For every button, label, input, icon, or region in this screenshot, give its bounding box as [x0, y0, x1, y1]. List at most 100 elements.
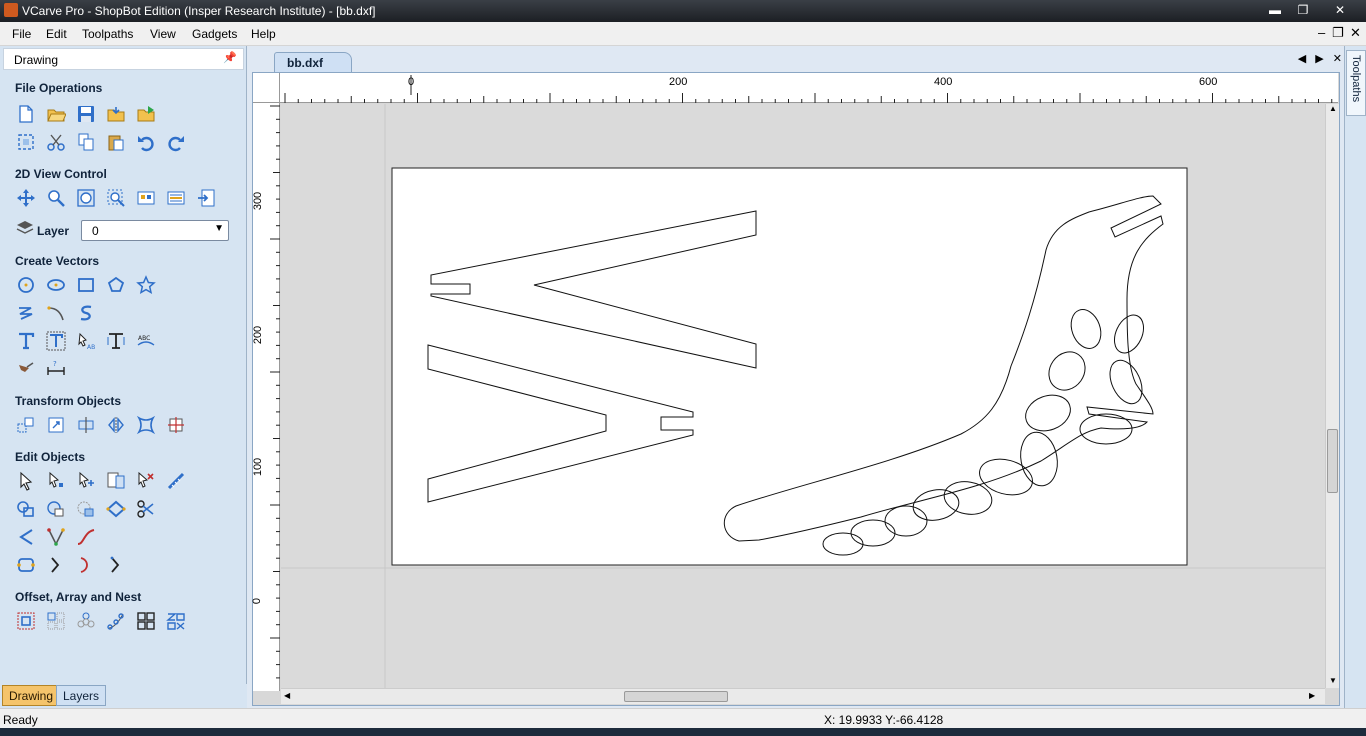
section-transform-objects: Transform Objects	[15, 394, 122, 408]
text-on-curve-icon[interactable]: AB	[74, 329, 98, 353]
select-all-icon[interactable]	[104, 469, 128, 493]
zoom-box-icon[interactable]	[44, 186, 68, 210]
draw-rectangle-icon[interactable]	[74, 273, 98, 297]
draw-polygon-icon[interactable]	[104, 273, 128, 297]
horizontal-scrollbar[interactable]: ◀ ▶	[281, 688, 1325, 704]
draw-ellipse-icon[interactable]	[44, 273, 68, 297]
layer-dropdown[interactable]: 0 ▼	[81, 220, 229, 241]
toggle-3d-view-icon[interactable]	[194, 186, 218, 210]
cut-icon[interactable]	[44, 130, 68, 154]
tab-toolpaths[interactable]: Toolpaths	[1346, 50, 1366, 116]
vertical-scroll-thumb[interactable]	[1327, 429, 1338, 493]
draw-polyline-icon[interactable]	[14, 301, 38, 325]
mdi-close-button[interactable]: ✕	[1350, 25, 1361, 41]
close-document-icon[interactable]: ✕	[1333, 53, 1342, 65]
horizontal-ruler[interactable]: 0 200 400 600	[280, 73, 1338, 103]
view-layers-icon[interactable]	[164, 186, 188, 210]
section-file-operations: File Operations	[15, 81, 103, 95]
transform-icon[interactable]	[164, 413, 188, 437]
job-setup-icon[interactable]	[14, 130, 38, 154]
menu-file[interactable]: File	[12, 27, 31, 41]
toolpaths-tab-label: Toolpaths	[1350, 55, 1362, 103]
subtract-icon[interactable]	[44, 497, 68, 521]
drawing-canvas[interactable]	[281, 104, 1325, 688]
close-window-button[interactable]: ✕	[1318, 1, 1362, 19]
draw-curve-icon[interactable]	[74, 301, 98, 325]
text-bounding-icon[interactable]	[104, 329, 128, 353]
draw-star-icon[interactable]	[134, 273, 158, 297]
interactive-transform-icon[interactable]	[74, 469, 98, 493]
tab-drawing[interactable]: Drawing	[2, 685, 61, 706]
block-copy-icon[interactable]	[44, 609, 68, 633]
deselect-icon[interactable]	[134, 469, 158, 493]
save-file-icon[interactable]	[74, 102, 98, 126]
scroll-right-tab-icon[interactable]: ▶	[1315, 53, 1323, 65]
vector-validator-icon[interactable]	[44, 525, 68, 549]
fillet-icon[interactable]	[14, 525, 38, 549]
mdi-restore-button[interactable]: ❐	[1332, 25, 1344, 41]
extend-vector-icon[interactable]	[44, 553, 68, 577]
zoom-extents-icon[interactable]	[74, 186, 98, 210]
circular-copy-icon[interactable]	[74, 609, 98, 633]
zoom-selection-icon[interactable]	[104, 186, 128, 210]
node-edit-icon[interactable]	[44, 469, 68, 493]
document-area: bb.dxf ◀ ▶ ✕ 0 200 400 600 300 200 100 0	[248, 46, 1344, 708]
scroll-down-icon[interactable]: ▼	[1329, 676, 1337, 685]
weld-icon[interactable]	[14, 497, 38, 521]
menu-edit[interactable]: Edit	[46, 27, 67, 41]
scroll-up-icon[interactable]: ▲	[1329, 104, 1337, 113]
draw-arc-icon[interactable]	[44, 301, 68, 325]
smooth-curve-icon[interactable]	[74, 525, 98, 549]
menu-view[interactable]: View	[150, 27, 176, 41]
import-vectors-icon[interactable]	[104, 102, 128, 126]
select-pointer-icon[interactable]	[14, 469, 38, 493]
array-copy-icon[interactable]	[134, 609, 158, 633]
paste-icon[interactable]	[104, 130, 128, 154]
new-file-icon[interactable]	[14, 102, 38, 126]
dimensions-icon[interactable]: ?	[44, 357, 68, 381]
menu-gadgets[interactable]: Gadgets	[192, 27, 237, 41]
vertical-scrollbar[interactable]: ▲ ▼	[1325, 104, 1339, 688]
draw-circle-icon[interactable]	[14, 273, 38, 297]
scroll-left-tab-icon[interactable]: ◀	[1298, 53, 1306, 65]
document-tab[interactable]: bb.dxf	[274, 52, 352, 72]
offset-curve-icon[interactable]	[104, 553, 128, 577]
copy-along-vectors-icon[interactable]	[104, 609, 128, 633]
open-file-icon[interactable]	[44, 102, 68, 126]
redo-icon[interactable]	[164, 130, 188, 154]
import-bitmap-icon[interactable]	[134, 102, 158, 126]
set-size-icon[interactable]	[44, 413, 68, 437]
undo-icon[interactable]	[134, 130, 158, 154]
view-material-icon[interactable]	[134, 186, 158, 210]
minimize-button[interactable]: ▬	[1262, 1, 1288, 19]
copy-icon[interactable]	[74, 130, 98, 154]
pin-icon[interactable]: 📌	[223, 51, 237, 64]
scroll-right-icon[interactable]: ▶	[1309, 691, 1315, 700]
pan-icon[interactable]	[14, 186, 38, 210]
menu-help[interactable]: Help	[251, 27, 276, 41]
layers-stack-icon	[15, 218, 35, 238]
draw-text-icon[interactable]	[14, 329, 38, 353]
vertical-ruler[interactable]: 300 200 100 0	[251, 103, 280, 691]
tab-layers[interactable]: Layers	[56, 685, 107, 706]
scroll-left-icon[interactable]: ◀	[284, 691, 290, 700]
mirror-icon[interactable]	[104, 413, 128, 437]
align-icon[interactable]	[74, 413, 98, 437]
move-icon[interactable]	[14, 413, 38, 437]
join-vectors-icon[interactable]	[104, 497, 128, 521]
curve-fit-icon[interactable]	[74, 553, 98, 577]
maximize-button[interactable]: ❐	[1290, 1, 1316, 19]
measure-icon[interactable]	[164, 469, 188, 493]
text-arc-icon[interactable]: ABC	[134, 329, 158, 353]
intersect-icon[interactable]	[74, 497, 98, 521]
nest-parts-icon[interactable]	[164, 609, 188, 633]
close-vector-icon[interactable]	[14, 553, 38, 577]
scissors-trim-icon[interactable]	[134, 497, 158, 521]
trace-bitmap-icon[interactable]	[14, 357, 38, 381]
offset-icon[interactable]	[14, 609, 38, 633]
menu-toolpaths[interactable]: Toolpaths	[82, 27, 133, 41]
horizontal-scroll-thumb[interactable]	[624, 691, 728, 702]
mdi-minimize-button[interactable]: –	[1318, 25, 1325, 40]
auto-layout-text-icon[interactable]	[44, 329, 68, 353]
distort-icon[interactable]	[134, 413, 158, 437]
